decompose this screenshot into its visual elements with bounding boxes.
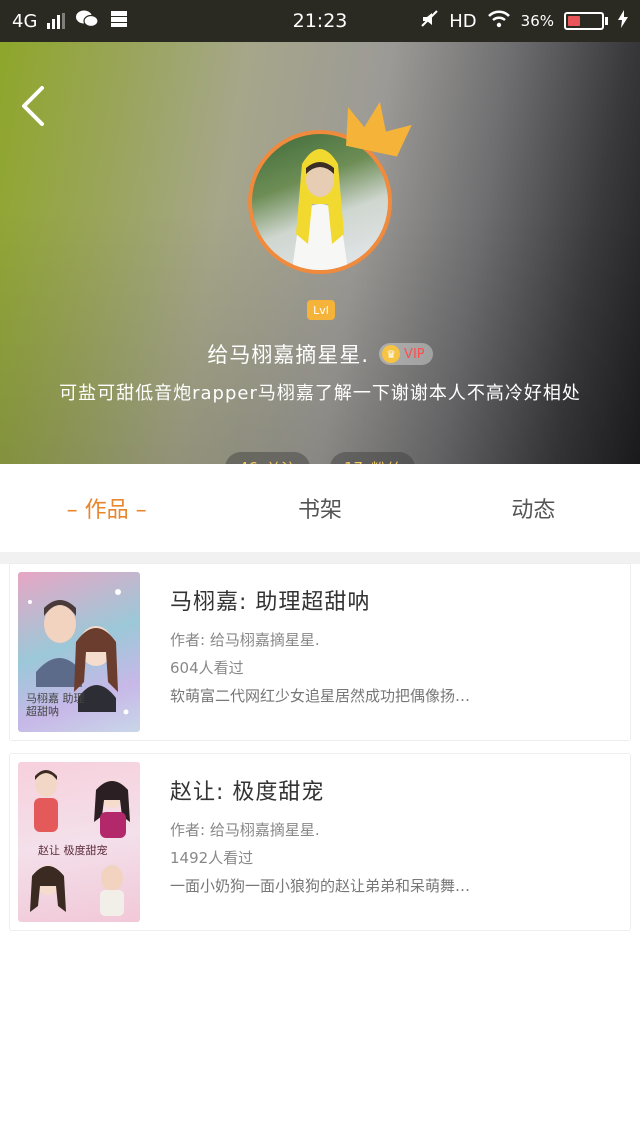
work-item[interactable]: 马栩嘉 助理 超甜呐 马栩嘉: 助理超甜呐 作者: 给马栩嘉摘星星. 604人看…	[10, 564, 630, 740]
work-info: 赵让: 极度甜宠 作者: 给马栩嘉摘星星. 1492人看过 一面小奶狗一面小狼狗…	[170, 774, 610, 900]
tab-activity[interactable]: 动态	[427, 492, 640, 524]
mute-icon	[421, 9, 439, 33]
work-views: 604人看过	[170, 659, 244, 677]
work-title: 赵让: 极度甜宠	[170, 780, 325, 805]
work-cover-image[interactable]: 马栩嘉 助理 超甜呐	[18, 572, 140, 732]
status-left: 4G	[12, 9, 242, 34]
work-cover-image[interactable]: 赵让 极度甜宠	[18, 762, 140, 922]
profile-header: Lvl 给马栩嘉摘星星. ♛ VIP 可盐可甜低音炮rapper马栩嘉了解一下谢…	[0, 42, 640, 464]
cover-caption: 马栩嘉 助理 超甜呐	[26, 692, 85, 718]
work-item[interactable]: 赵让 极度甜宠 赵让: 极度甜宠 作者: 给马栩嘉摘星星. 1492人看过 一面…	[10, 754, 630, 930]
wechat-icon	[75, 9, 100, 34]
tab-works[interactable]: – 作品 –	[0, 492, 213, 524]
empty-area	[0, 936, 640, 1138]
profile-tabs: – 作品 – 书架 动态	[0, 464, 640, 552]
crown-icon	[346, 101, 412, 157]
wifi-icon	[487, 10, 511, 33]
battery-icon	[564, 12, 608, 30]
work-description: 软萌富二代网红少女追星居然成功把偶像扬…	[170, 687, 471, 705]
signal-icon	[47, 13, 66, 29]
tab-bookshelf[interactable]: 书架	[213, 492, 426, 524]
work-title: 马栩嘉: 助理超甜呐	[170, 590, 371, 615]
status-time: 21:23	[292, 10, 348, 32]
storage-icon	[109, 9, 129, 34]
divider	[0, 552, 640, 564]
work-author: 作者: 给马栩嘉摘星星.	[170, 631, 320, 649]
username: 给马栩嘉摘星星.	[207, 343, 370, 367]
work-info: 马栩嘉: 助理超甜呐 作者: 给马栩嘉摘星星. 604人看过 软萌富二代网红少女…	[170, 584, 610, 710]
network-type: 4G	[12, 10, 38, 32]
vip-badge: ♛ VIP	[379, 343, 433, 365]
bio-text: 可盐可甜低音炮rapper马栩嘉了解一下谢谢本人不高冷好相处	[59, 383, 581, 404]
back-arrow-icon	[22, 86, 44, 126]
status-right: HD 36%	[398, 9, 628, 33]
work-description: 一面小奶狗一面小狼狗的赵让弟弟和呆萌舞…	[170, 877, 471, 895]
stats-row: 46 关注 17 粉丝	[0, 452, 640, 464]
charging-icon	[618, 9, 628, 33]
status-bar: 4G 21:23 HD 36%	[0, 0, 640, 42]
battery-percent: 36%	[520, 12, 554, 30]
work-views: 1492人看过	[170, 849, 254, 867]
followers-button[interactable]: 17 粉丝	[330, 452, 416, 464]
hd-label: HD	[449, 10, 477, 32]
following-button[interactable]: 46 关注	[224, 452, 310, 464]
vip-crown-icon: ♛	[382, 345, 401, 363]
username-row: 给马栩嘉摘星星. ♛ VIP	[0, 338, 640, 370]
back-button[interactable]	[14, 82, 54, 130]
cover-caption: 赵让 极度甜宠	[38, 844, 108, 857]
level-badge: Lvl	[307, 300, 335, 320]
work-author: 作者: 给马栩嘉摘星星.	[170, 821, 320, 839]
